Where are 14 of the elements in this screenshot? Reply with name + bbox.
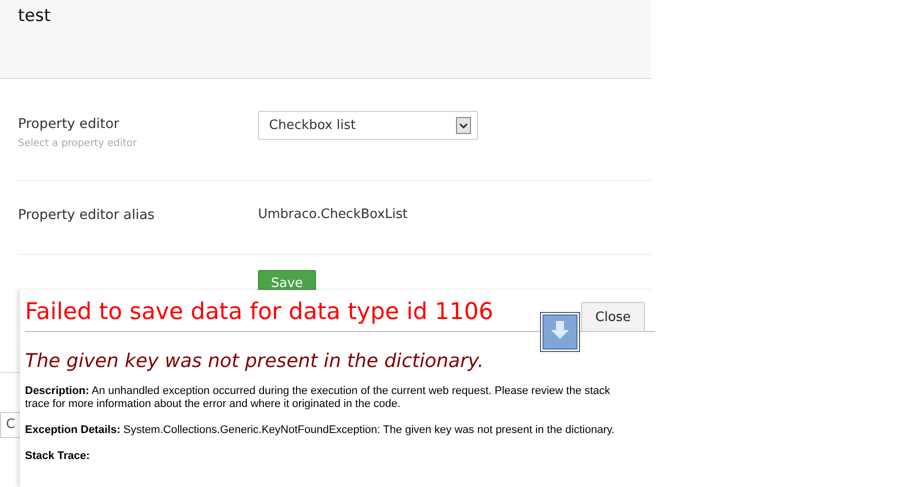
caret-icon <box>456 117 471 134</box>
field-value: Umbraco.CheckBoxList <box>258 207 408 222</box>
field-label: Property editor <box>18 116 120 132</box>
error-detail: Description: An unhandled exception occurred during the execution of the current web request. Please review the stack trace for more information about the error and where it originated in the code. <box>25 385 612 411</box>
page-title: test <box>18 6 51 26</box>
download-icon[interactable] <box>540 312 580 352</box>
field-description: Select a property editor <box>18 138 138 149</box>
field-label: Property editor alias <box>18 207 156 223</box>
close-button[interactable]: Close <box>581 302 645 332</box>
error-title: Failed to save data for data type id 1106 <box>25 298 494 327</box>
error-detail: Exception Details: System.Collections.Generic.KeyNotFoundException: The given key was not present in the dictionary. <box>25 424 616 437</box>
stack-trace-label: Stack Trace: <box>25 450 91 462</box>
error-message: The given key was not present in the dictionary. <box>25 350 485 372</box>
property-editor-dropdown[interactable]: Checkbox list <box>258 111 478 140</box>
